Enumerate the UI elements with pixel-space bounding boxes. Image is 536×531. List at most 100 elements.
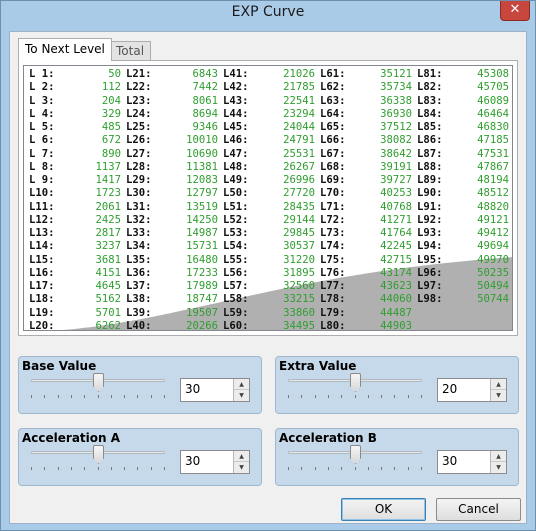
level-row: L85: 46830 xyxy=(417,121,509,134)
level-row: L68: 39191 xyxy=(320,161,412,174)
base-value-input[interactable]: 30 xyxy=(185,382,200,396)
slider-tick xyxy=(31,467,32,470)
extra-value-input[interactable]: 20 xyxy=(442,382,457,396)
acceleration-a-input[interactable]: 30 xyxy=(185,454,200,468)
base-value-spinbox[interactable]: 30 ▲ ▼ xyxy=(180,378,250,402)
slider-tick xyxy=(341,395,342,398)
title-bar[interactable]: EXP Curve ✕ xyxy=(1,1,535,27)
level-label: L 8: xyxy=(29,160,55,173)
exp-value: 34495 xyxy=(283,319,315,331)
slider-thumb[interactable] xyxy=(350,445,361,464)
exp-value: 15731 xyxy=(186,240,218,253)
exp-table[interactable]: L 1: 50 L 2: 112 L 3: 204 L 4: 329 L 5: 485 L 6: 67… xyxy=(23,65,513,331)
exp-value: 6843 xyxy=(192,68,218,80)
acceleration-b-spinbox[interactable]: 30 ▲ ▼ xyxy=(437,450,507,474)
spin-down-arrow-icon[interactable]: ▼ xyxy=(234,462,249,473)
level-label: L93: xyxy=(417,227,443,239)
slider-tick xyxy=(328,467,329,470)
base-value-slider[interactable] xyxy=(31,373,165,403)
acceleration-b-slider[interactable] xyxy=(288,445,422,475)
level-row: L25: 9346 xyxy=(126,121,218,134)
exp-value: 2817 xyxy=(95,227,121,239)
level-row: L18: 5162 xyxy=(29,293,121,306)
exp-value: 49694 xyxy=(477,240,509,253)
exp-value: 1137 xyxy=(95,160,121,173)
spin-up-arrow-icon[interactable]: ▲ xyxy=(234,379,249,390)
spin-down-arrow-icon[interactable]: ▼ xyxy=(491,390,506,401)
level-row: L92: 49121 xyxy=(417,214,509,227)
exp-value: 47531 xyxy=(477,147,509,160)
slider-thumb[interactable] xyxy=(93,373,104,392)
exp-value: 33215 xyxy=(283,293,315,306)
slider-tick xyxy=(288,395,289,398)
spin-up-arrow-icon[interactable]: ▲ xyxy=(491,451,506,462)
slider-tick xyxy=(341,467,342,470)
exp-value: 49970 xyxy=(477,253,509,266)
close-button[interactable]: ✕ xyxy=(500,1,530,21)
exp-value: 5701 xyxy=(95,306,121,319)
level-row: L76: 43174 xyxy=(320,267,412,280)
slider-tick xyxy=(124,395,125,398)
level-label: L38: xyxy=(126,293,152,306)
level-row: L80: 44903 xyxy=(320,320,412,330)
exp-value: 40253 xyxy=(380,187,412,200)
slider-ticks xyxy=(288,395,422,399)
exp-value: 30537 xyxy=(283,240,315,253)
slider-thumb[interactable] xyxy=(93,445,104,464)
extra-value-spinbox[interactable]: 20 ▲ ▼ xyxy=(437,378,507,402)
level-label: L69: xyxy=(320,174,346,186)
level-label: L48: xyxy=(223,160,249,173)
level-label: L77: xyxy=(320,280,346,292)
exp-value: 4645 xyxy=(95,280,121,292)
tab-total[interactable]: Total xyxy=(109,41,152,61)
level-row: L65: 37512 xyxy=(320,121,412,134)
acceleration-b-input[interactable]: 30 xyxy=(442,454,457,468)
cancel-button[interactable]: Cancel xyxy=(436,498,521,521)
slider-tick xyxy=(44,395,45,398)
extra-value-label: Extra Value xyxy=(279,359,357,373)
level-row: L50: 27720 xyxy=(223,187,315,200)
slider-thumb[interactable] xyxy=(350,373,361,392)
acceleration-a-label: Acceleration A xyxy=(22,431,121,445)
spin-up-arrow-icon[interactable]: ▲ xyxy=(234,451,249,462)
exp-value: 35734 xyxy=(380,81,412,94)
level-row: L87: 47531 xyxy=(417,148,509,161)
level-row: L10: 1723 xyxy=(29,187,121,200)
level-label: L65: xyxy=(320,121,346,133)
exp-value: 112 xyxy=(101,81,121,94)
level-row: L61: 35121 xyxy=(320,68,412,81)
exp-value: 44060 xyxy=(380,293,412,306)
level-row: L33: 14987 xyxy=(126,227,218,240)
level-label: L14: xyxy=(29,240,55,253)
level-row: L53: 29845 xyxy=(223,227,315,240)
level-row: L34: 15731 xyxy=(126,240,218,253)
acceleration-a-spinbox[interactable]: 30 ▲ ▼ xyxy=(180,450,250,474)
spin-down-arrow-icon[interactable]: ▼ xyxy=(234,390,249,401)
ok-button[interactable]: OK xyxy=(341,498,426,521)
exp-value: 43174 xyxy=(380,266,412,279)
level-row: L 8: 1137 xyxy=(29,161,121,174)
spin-up-arrow-icon[interactable]: ▲ xyxy=(491,379,506,390)
level-row: L11: 2061 xyxy=(29,201,121,214)
extra-value-slider[interactable] xyxy=(288,373,422,403)
slider-tick xyxy=(124,467,125,470)
level-label: L45: xyxy=(223,121,249,133)
tab-to-next-level[interactable]: To Next Level xyxy=(18,38,112,61)
exp-value: 49121 xyxy=(477,213,509,226)
level-label: L90: xyxy=(417,187,443,200)
exp-value: 26267 xyxy=(283,160,315,173)
slider-tick xyxy=(408,395,409,398)
window-title: EXP Curve xyxy=(231,4,305,20)
exp-value: 46464 xyxy=(477,107,509,120)
exp-curve-window: EXP Curve ✕ To Next Level Total L 1: 50 L … xyxy=(0,0,536,531)
level-label: L82: xyxy=(417,81,443,94)
level-row: L64: 36930 xyxy=(320,108,412,121)
level-row: L 7: 890 xyxy=(29,148,121,161)
level-label: L76: xyxy=(320,266,346,279)
exp-value: 42715 xyxy=(380,253,412,266)
level-label: L56: xyxy=(223,266,249,279)
spin-down-arrow-icon[interactable]: ▼ xyxy=(491,462,506,473)
level-columns: L 1: 50 L 2: 112 L 3: 204 L 4: 329 L 5: 485 L 6: 67… xyxy=(24,66,512,331)
exp-value: 16480 xyxy=(186,253,218,266)
acceleration-a-slider[interactable] xyxy=(31,445,165,475)
